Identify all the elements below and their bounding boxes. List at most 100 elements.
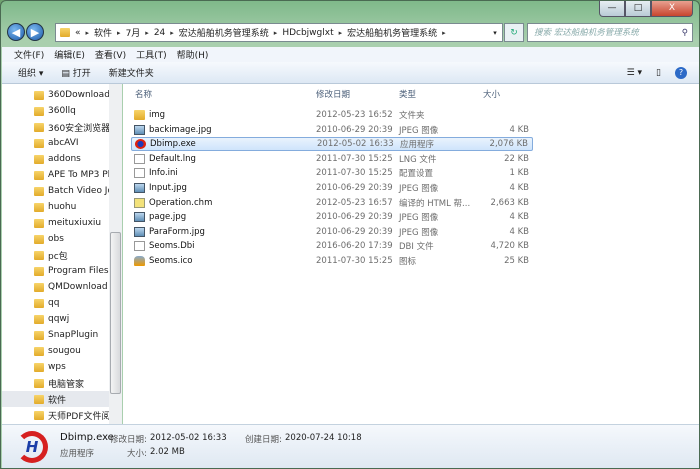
breadcrumb-separator-icon[interactable]: ▸ bbox=[339, 29, 343, 37]
nav-item[interactable]: sougou bbox=[2, 343, 110, 359]
column-header-type[interactable]: 类型 bbox=[399, 88, 416, 102]
file-date: 2016-06-20 17:39 bbox=[316, 241, 393, 252]
refresh-button[interactable]: ↻ bbox=[504, 23, 524, 42]
address-bar[interactable]: « ▸ 软件 ▸ 7月 ▸ 24 ▸ 宏达船舶机务管理系统 ▸ HDcbjwglxt ▸ 宏达船舶机务… bbox=[55, 23, 503, 42]
menu-item-2[interactable]: 查看(V) bbox=[95, 48, 126, 61]
nav-item[interactable]: wps bbox=[2, 359, 110, 375]
nav-item-label: 电脑管家 bbox=[48, 379, 85, 390]
open-icon: ▤ bbox=[61, 69, 73, 79]
file-name: Input.jpg bbox=[149, 183, 187, 193]
folder-icon bbox=[34, 314, 44, 324]
forward-button[interactable]: ▶ bbox=[26, 23, 44, 41]
preview-pane-icon[interactable]: ▯ bbox=[656, 68, 661, 78]
menu-item-4[interactable]: 帮助(H) bbox=[177, 48, 209, 61]
menu-item-3[interactable]: 工具(T) bbox=[136, 48, 167, 61]
file-row[interactable]: img 2012-05-23 16:52 文件夹 bbox=[131, 108, 533, 122]
details-filename: Dbimp.exe bbox=[60, 432, 114, 443]
breadcrumb-3[interactable]: 宏达船舶机务管理系统 bbox=[179, 26, 269, 39]
file-name: Seoms.Dbi bbox=[149, 241, 195, 252]
nav-item[interactable]: 电脑管家 bbox=[2, 375, 110, 391]
breadcrumb-2[interactable]: 24 bbox=[154, 28, 165, 38]
breadcrumb-5[interactable]: 宏达船舶机务管理系统 bbox=[347, 26, 437, 39]
file-size: 22 KB bbox=[504, 153, 529, 164]
nav-item[interactable]: 软件 bbox=[2, 391, 110, 407]
menu-item-1[interactable]: 编辑(E) bbox=[54, 48, 85, 61]
back-button[interactable]: ◀ bbox=[7, 23, 25, 41]
breadcrumb-1[interactable]: 7月 bbox=[126, 26, 141, 39]
nav-item-label: obs bbox=[48, 234, 64, 244]
organize-button[interactable]: 组织 ▾ bbox=[18, 66, 43, 79]
breadcrumb-4[interactable]: HDcbjwglxt bbox=[282, 28, 333, 38]
menu-bar: 文件(F) 编辑(E) 查看(V) 工具(T) 帮助(H) bbox=[2, 47, 699, 62]
file-type: JPEG 图像 bbox=[399, 213, 439, 224]
nav-item[interactable]: meituxiuxiu bbox=[2, 215, 110, 231]
menu-item-0[interactable]: 文件(F) bbox=[14, 48, 44, 61]
breadcrumb-0[interactable]: 软件 bbox=[94, 26, 112, 39]
nav-item[interactable]: 360安全浏览器 bbox=[2, 119, 110, 135]
maximize-button[interactable]: □ bbox=[625, 1, 651, 17]
nav-item[interactable]: SnapPlugin bbox=[2, 327, 110, 343]
file-date: 2010-06-29 20:39 bbox=[316, 183, 393, 193]
nav-item[interactable]: 天师PDF文件阅 bbox=[2, 407, 110, 423]
file-row[interactable]: Seoms.Dbi 2016-06-20 17:39 DBI 文件 4,720 KB bbox=[131, 239, 533, 253]
file-row[interactable]: page.jpg 2010-06-29 20:39 JPEG 图像 4 KB bbox=[131, 210, 533, 224]
breadcrumb-separator-icon[interactable]: ▸ bbox=[145, 29, 149, 37]
open-button[interactable]: ▤ 打开 bbox=[61, 66, 90, 79]
details-type: 应用程序 bbox=[60, 449, 95, 459]
toolbar: 组织 ▾ ▤ 打开 新建文件夹 ☰ ▾ ▯ ? bbox=[2, 62, 699, 84]
nav-item[interactable]: Program Files bbox=[2, 263, 110, 279]
nav-scrollbar-thumb[interactable] bbox=[110, 232, 121, 394]
file-size: 2,663 KB bbox=[490, 197, 529, 208]
breadcrumb-separator-icon[interactable]: ▸ bbox=[442, 29, 446, 37]
column-header-size[interactable]: 大小 bbox=[483, 88, 500, 102]
file-row[interactable]: Seoms.ico 2011-07-30 15:25 图标 25 KB bbox=[131, 254, 533, 268]
breadcrumb-separator-icon[interactable]: ▸ bbox=[117, 29, 121, 37]
search-input[interactable]: 搜索 宏达船舶机务管理系统 ⚲ bbox=[527, 23, 693, 42]
address-dropdown-icon[interactable]: ▾ bbox=[488, 29, 502, 37]
file-type: JPEG 图像 bbox=[399, 125, 439, 136]
file-row[interactable]: Default.lng 2011-07-30 15:25 LNG 文件 22 KB bbox=[131, 152, 533, 166]
view-options-icon[interactable]: ☰ ▾ bbox=[627, 68, 642, 78]
file-date: 2012-05-23 16:52 bbox=[316, 110, 393, 120]
ico-icon bbox=[134, 256, 145, 266]
nav-item[interactable]: APE To MP3 Pl bbox=[2, 167, 110, 183]
nav-item[interactable]: 360llq bbox=[2, 103, 110, 119]
nav-item[interactable]: QMDownload bbox=[2, 279, 110, 295]
nav-item[interactable]: qqwj bbox=[2, 311, 110, 327]
file-row[interactable]: ParaForm.jpg 2010-06-29 20:39 JPEG 图像 4 KB bbox=[131, 225, 533, 239]
close-button[interactable]: X bbox=[651, 1, 693, 17]
breadcrumb-separator-icon[interactable]: ▸ bbox=[170, 29, 174, 37]
nav-item[interactable]: pc包 bbox=[2, 247, 110, 263]
file-row[interactable]: Dbimp.exe 2012-05-02 16:33 应用程序 2,076 KB bbox=[131, 137, 533, 152]
nav-item[interactable]: Batch Video Jo bbox=[2, 183, 110, 199]
file-row[interactable]: Input.jpg 2010-06-29 20:39 JPEG 图像 4 KB bbox=[131, 181, 533, 195]
folder-icon bbox=[34, 330, 44, 340]
nav-item[interactable]: huohu bbox=[2, 199, 110, 215]
nav-item[interactable]: abcAVI bbox=[2, 135, 110, 151]
file-row[interactable]: Operation.chm 2012-05-23 16:57 编译的 HTML 帮.… bbox=[131, 196, 533, 210]
nav-item[interactable]: addons bbox=[2, 151, 110, 167]
column-header-date[interactable]: 修改日期 bbox=[316, 88, 350, 102]
file-row[interactable]: Info.ini 2011-07-30 15:25 配置设置 1 KB bbox=[131, 166, 533, 180]
new-folder-button[interactable]: 新建文件夹 bbox=[109, 66, 154, 79]
details-modified-label: 修改日期: bbox=[110, 435, 147, 445]
folder-icon bbox=[34, 234, 44, 244]
nav-item[interactable]: obs bbox=[2, 231, 110, 247]
minimize-button[interactable]: — bbox=[599, 1, 625, 17]
nav-item-label: wps bbox=[48, 362, 66, 372]
details-size-label: 大小: bbox=[127, 449, 147, 459]
nav-item[interactable]: qq bbox=[2, 295, 110, 311]
help-icon[interactable]: ? bbox=[675, 66, 687, 79]
breadcrumb-overflow[interactable]: « bbox=[75, 28, 81, 38]
file-name: Default.lng bbox=[149, 153, 196, 164]
breadcrumb-separator-icon[interactable]: ▸ bbox=[274, 29, 278, 37]
breadcrumb-separator-icon[interactable]: ▸ bbox=[86, 29, 90, 37]
column-header-name[interactable]: 名称 bbox=[135, 88, 152, 102]
folder-icon bbox=[34, 186, 44, 196]
file-size: 4 KB bbox=[509, 124, 529, 135]
file-type: LNG 文件 bbox=[399, 154, 437, 165]
file-type: 编译的 HTML 帮... bbox=[399, 198, 471, 209]
nav-item[interactable]: 360Downloads bbox=[2, 87, 110, 103]
file-row[interactable]: backimage.jpg 2010-06-29 20:39 JPEG 图像 4 KB bbox=[131, 123, 533, 137]
details-created: 2020-07-24 10:18 bbox=[285, 433, 362, 443]
